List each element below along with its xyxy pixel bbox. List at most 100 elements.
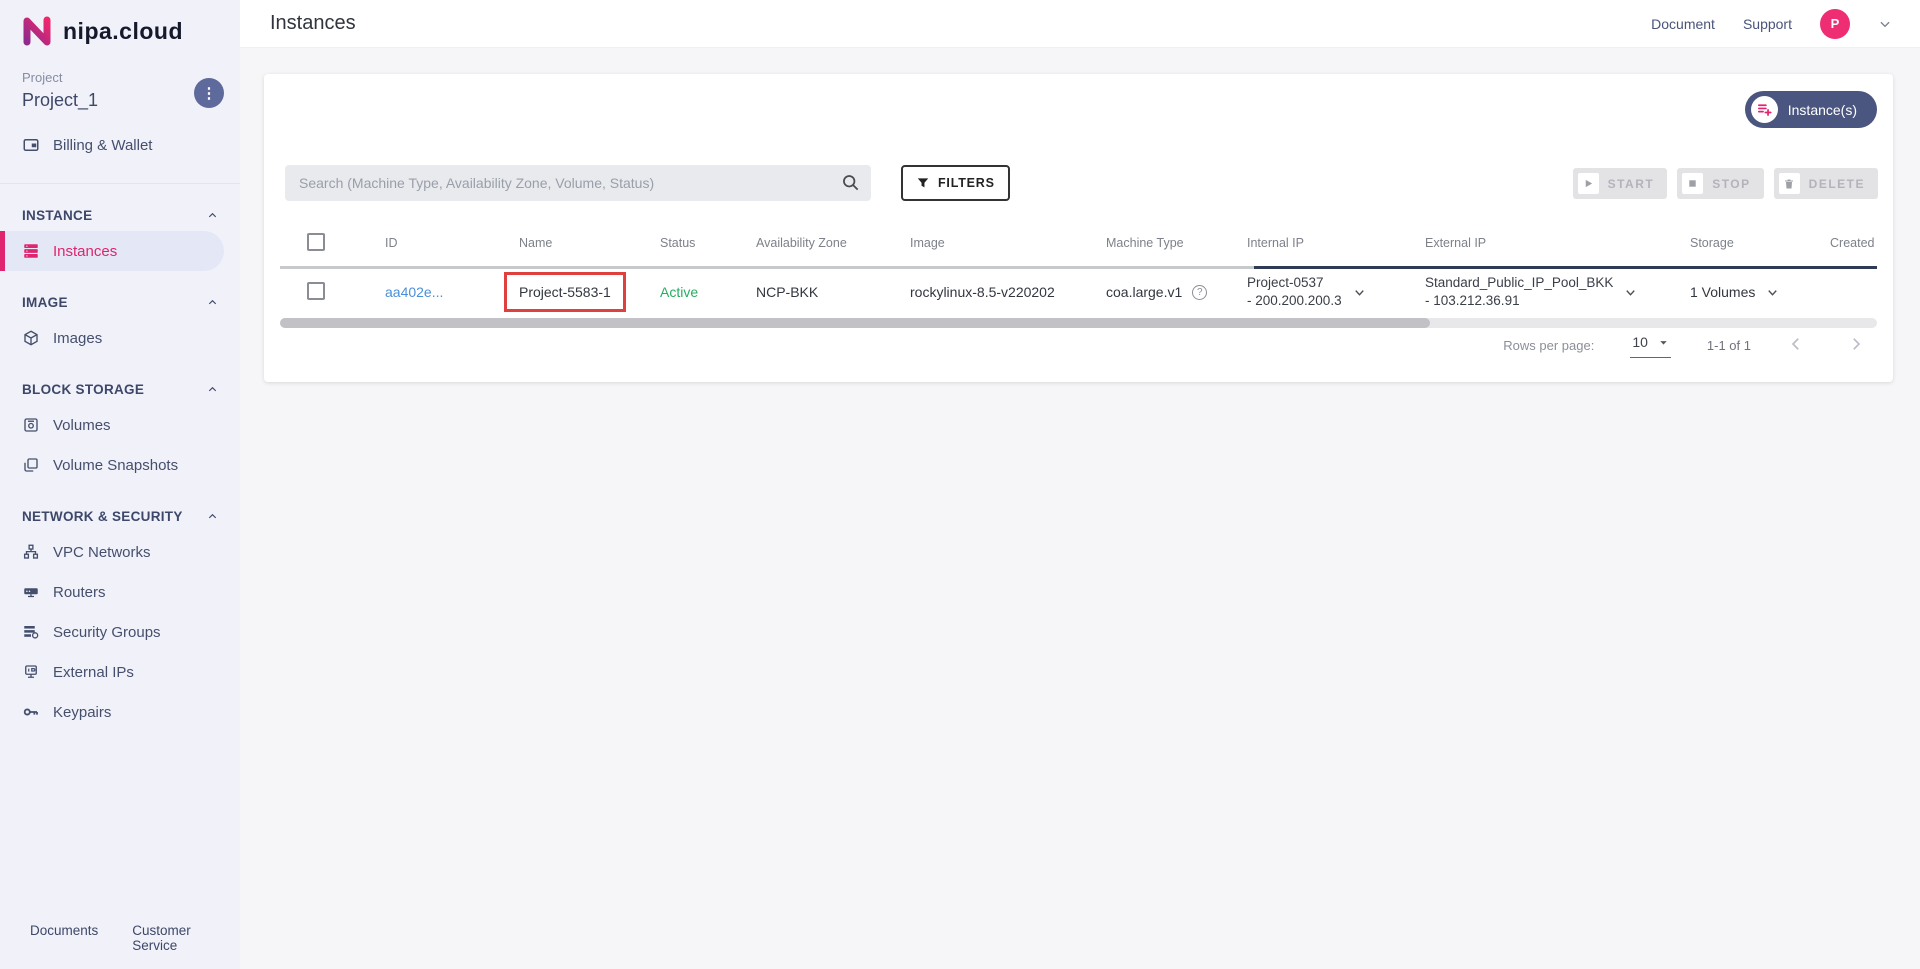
- stop-button[interactable]: STOP: [1677, 168, 1764, 199]
- sidebar-item-label: External IPs: [53, 663, 134, 681]
- sidebar-item-label: Volumes: [53, 416, 111, 434]
- storage-expand-button[interactable]: [1765, 285, 1780, 300]
- start-button[interactable]: START: [1572, 168, 1668, 199]
- sidebar-item-external-ips[interactable]: External IPs: [0, 652, 240, 692]
- pagination-range: 1-1 of 1: [1706, 337, 1751, 353]
- column-header-storage[interactable]: Storage: [1690, 236, 1830, 250]
- help-icon[interactable]: ?: [1192, 284, 1208, 300]
- internal-ip-expand-button[interactable]: [1352, 285, 1367, 300]
- column-header-availability-zone[interactable]: Availability Zone: [756, 236, 910, 250]
- internal-ip-address: - 200.200.200.3: [1247, 293, 1342, 308]
- chevron-up-icon: [208, 386, 217, 392]
- external-ip-expand-button[interactable]: [1623, 285, 1638, 300]
- section-label: INSTANCE: [22, 208, 93, 223]
- brand-logo[interactable]: nipa.cloud: [0, 0, 240, 56]
- create-instance-label: Instance(s): [1787, 101, 1857, 118]
- sidebar-item-keypairs[interactable]: Keypairs: [0, 692, 240, 732]
- delete-button[interactable]: DELETE: [1773, 168, 1878, 199]
- filters-button[interactable]: FILTERS: [901, 165, 1010, 201]
- sidebar: nipa.cloud Project Project_1 ⋮ Billing &…: [0, 0, 240, 969]
- sidebar-item-images[interactable]: Images: [0, 318, 240, 358]
- section-header-block-storage[interactable]: BLOCK STORAGE: [0, 374, 240, 405]
- sidebar-item-billing-wallet[interactable]: Billing & Wallet: [0, 125, 240, 165]
- server-icon: [22, 242, 40, 260]
- external-ip-address: - 103.212.36.91: [1425, 293, 1520, 308]
- table-row[interactable]: aa402e... Project-5583-1 Active NCP-BKK …: [280, 269, 1877, 315]
- create-instance-button[interactable]: Instance(s): [1744, 91, 1877, 128]
- sidebar-item-instances[interactable]: Instances: [0, 231, 224, 271]
- section-header-instance[interactable]: INSTANCE: [0, 200, 240, 231]
- table-header-row: ID Name Status Availability Zone Image M…: [280, 220, 1877, 266]
- project-menu-button[interactable]: ⋮: [194, 78, 224, 108]
- search-icon[interactable]: [840, 172, 861, 198]
- column-header-name[interactable]: Name: [519, 236, 660, 250]
- machine-type-cell: coa.large.v1 ?: [1106, 284, 1247, 300]
- add-instance-icon: [1750, 96, 1778, 123]
- sidebar-section-image: IMAGE Images: [0, 271, 240, 358]
- column-header-status[interactable]: Status: [660, 236, 756, 250]
- chevron-down-icon[interactable]: [1878, 17, 1892, 31]
- avatar[interactable]: P: [1820, 8, 1850, 39]
- start-label: START: [1607, 176, 1655, 191]
- image-cell: rockylinux-8.5-v220202: [910, 284, 1055, 300]
- storage-value: 1 Volumes: [1690, 284, 1756, 300]
- dropdown-arrow-icon: [1660, 340, 1667, 345]
- section-header-image[interactable]: IMAGE: [0, 287, 240, 318]
- key-icon: [22, 703, 40, 721]
- column-header-created[interactable]: Created: [1830, 236, 1877, 250]
- column-header-id[interactable]: ID: [385, 236, 519, 250]
- sidebar-item-volumes[interactable]: Volumes: [0, 405, 240, 445]
- sidebar-item-label: Keypairs: [53, 703, 112, 721]
- previous-page-button[interactable]: [1787, 335, 1805, 356]
- avatar-initial: P: [1830, 16, 1840, 31]
- sitemap-icon: [22, 543, 40, 561]
- rows-per-page-select[interactable]: 10: [1630, 332, 1671, 358]
- column-header-image[interactable]: Image: [910, 236, 1106, 250]
- sidebar-section-network-security: NETWORK & SECURITY VPC Networks Routers …: [0, 485, 240, 732]
- select-all-checkbox[interactable]: [307, 232, 325, 251]
- sidebar-item-volume-snapshots[interactable]: Volume Snapshots: [0, 445, 240, 485]
- next-page-button[interactable]: [1847, 335, 1865, 356]
- sidebar-item-label: VPC Networks: [53, 543, 151, 561]
- external-ip-cell: Standard_Public_IP_Pool_BKK - 103.212.36…: [1425, 274, 1690, 310]
- chevron-up-icon: [208, 212, 217, 218]
- document-link[interactable]: Document: [1651, 16, 1715, 32]
- sidebar-item-security-groups[interactable]: Security Groups: [0, 612, 240, 652]
- chevron-right-icon: [1853, 337, 1861, 350]
- row-actions: START STOP DELETE: [1572, 168, 1878, 199]
- delete-label: DELETE: [1808, 176, 1865, 191]
- search-input[interactable]: [285, 165, 871, 201]
- cube-icon: [22, 329, 40, 347]
- documents-link[interactable]: Documents: [30, 923, 98, 953]
- sidebar-item-vpc-networks[interactable]: VPC Networks: [0, 532, 240, 572]
- horizontal-scrollbar-track[interactable]: [280, 318, 1877, 328]
- instance-id-link[interactable]: aa402e...: [385, 284, 443, 300]
- project-label: Project: [22, 70, 63, 85]
- pagination: Rows per page: 10 1-1 of 1: [1503, 332, 1865, 358]
- section-header-network-security[interactable]: NETWORK & SECURITY: [0, 501, 240, 532]
- sidebar-item-label: Billing & Wallet: [53, 136, 153, 154]
- internal-ip-cell: Project-0537 - 200.200.200.3: [1247, 274, 1425, 310]
- stop-icon: [1682, 173, 1704, 194]
- rows-per-page-value: 10: [1632, 334, 1648, 350]
- chevron-down-icon: [1354, 289, 1364, 296]
- customer-service-link[interactable]: Customer Service: [132, 923, 214, 953]
- column-header-machine-type[interactable]: Machine Type: [1106, 236, 1247, 250]
- project-name: Project_1: [22, 90, 99, 110]
- row-checkbox[interactable]: [307, 281, 325, 300]
- filter-funnel-icon: [917, 178, 929, 188]
- page-title: Instances: [270, 12, 356, 34]
- chevron-down-icon: [1626, 289, 1636, 296]
- storage-cell: 1 Volumes: [1690, 284, 1830, 300]
- column-header-external-ip[interactable]: External IP: [1425, 236, 1690, 250]
- sidebar-item-label: Security Groups: [53, 623, 161, 641]
- support-link[interactable]: Support: [1743, 16, 1792, 32]
- search-box: [285, 165, 871, 201]
- column-header-internal-ip[interactable]: Internal IP: [1247, 236, 1425, 250]
- horizontal-scrollbar-thumb[interactable]: [280, 318, 1430, 328]
- machine-type-value: coa.large.v1: [1106, 284, 1183, 300]
- instance-name: Project-5583-1: [519, 284, 611, 300]
- topbar: Instances Document Support P: [240, 0, 1920, 48]
- sidebar-item-label: Volume Snapshots: [53, 456, 179, 474]
- sidebar-item-routers[interactable]: Routers: [0, 572, 240, 612]
